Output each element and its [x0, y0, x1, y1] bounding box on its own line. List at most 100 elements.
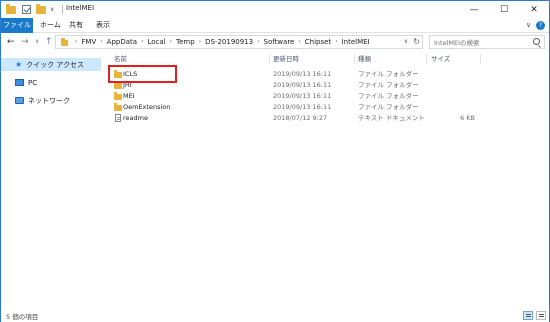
breadcrumb-chipset[interactable]: Chipset — [305, 36, 331, 48]
nav-item-label: PC — [28, 78, 38, 87]
file-name: MEI — [123, 92, 135, 100]
breadcrumb-fmv[interactable]: FMV — [81, 36, 96, 48]
column-divider[interactable] — [269, 54, 270, 64]
breadcrumb-separator: › — [298, 38, 301, 45]
quick-access-toolbar — [6, 3, 16, 15]
status-bar: 5 個の項目 — [1, 309, 549, 322]
minimize-button[interactable]: — — [459, 1, 489, 18]
file-type: ファイル フォルダー — [358, 103, 419, 111]
navigation-pane: ★ クイック アクセス PC ネットワーク — [1, 51, 101, 309]
column-header-name[interactable]: 名前 — [114, 54, 127, 64]
star-icon: ★ — [15, 59, 23, 69]
checkbox-icon — [22, 5, 31, 14]
folder-icon — [114, 103, 122, 111]
tab-home[interactable]: ホーム — [35, 18, 66, 33]
folder-icon — [114, 92, 122, 100]
text-file-icon — [115, 114, 121, 122]
minimize-icon: — — [469, 4, 479, 15]
file-list: 名前 更新日時 種類 サイズ ICLS 2019/09/13 16:11 ファイ… — [105, 51, 549, 309]
forward-button[interactable]: → — [21, 36, 29, 48]
file-date: 2019/09/13 16:11 — [273, 103, 332, 111]
breadcrumb-separator: › — [75, 38, 78, 45]
window-title: IntelMEI — [66, 4, 95, 12]
back-button[interactable]: ← — [7, 36, 15, 48]
new-folder-button[interactable] — [36, 3, 46, 15]
breadcrumb-separator: › — [257, 38, 260, 45]
file-type: ファイル フォルダー — [358, 70, 419, 78]
customize-qa-button[interactable]: ∨ — [50, 4, 54, 15]
close-button[interactable]: ✕ — [519, 1, 549, 18]
tab-file[interactable]: ファイル — [1, 18, 33, 33]
folder-icon — [6, 3, 16, 14]
network-icon — [15, 97, 24, 104]
folder-icon — [114, 81, 122, 89]
nav-item-pc[interactable]: PC — [1, 76, 101, 89]
breadcrumb-temp[interactable]: Temp — [176, 36, 195, 48]
file-name: OemExtension — [123, 103, 171, 111]
folder-icon — [61, 38, 68, 46]
address-bar[interactable]: › FMV › AppData › Local › Temp › DS-2019… — [55, 35, 423, 49]
new-folder-icon — [36, 3, 46, 14]
details-view-button[interactable] — [523, 311, 533, 320]
file-type: ファイル フォルダー — [358, 92, 419, 100]
refresh-button[interactable]: ↻ — [413, 36, 420, 48]
list-item[interactable]: MEI 2019/09/13 16:11 ファイル フォルダー — [105, 91, 549, 102]
breadcrumb-separator: › — [169, 38, 173, 45]
up-button[interactable]: ↑ — [45, 36, 53, 48]
computer-icon — [15, 79, 24, 86]
recent-locations-button[interactable]: ∨ — [35, 36, 39, 48]
file-date: 2018/07/12 9:27 — [273, 114, 328, 122]
large-icons-view-button[interactable] — [536, 311, 546, 320]
tab-view[interactable]: 表示 — [91, 18, 115, 33]
ribbon: ファイル ホーム 共有 表示 ∨ ? — [1, 18, 549, 33]
ribbon-expand-button[interactable]: ∨ — [526, 21, 531, 29]
breadcrumb-ds[interactable]: DS-20190913 — [205, 36, 253, 48]
explorer-window: ∨ IntelMEI — ☐ ✕ ファイル ホーム 共有 表示 ∨ ? ← → … — [0, 0, 550, 322]
file-size — [431, 80, 475, 91]
breadcrumb-separator: › — [198, 38, 202, 45]
file-name: readme — [123, 114, 148, 122]
list-item[interactable]: readme 2018/07/12 9:27 テキスト ドキュメント 6 KB — [105, 113, 549, 124]
tab-share[interactable]: 共有 — [64, 18, 88, 33]
file-size: 6 KB — [460, 114, 475, 122]
column-divider[interactable] — [426, 54, 427, 64]
nav-item-network[interactable]: ネットワーク — [1, 94, 101, 107]
title-divider — [62, 5, 63, 14]
breadcrumb-separator: › — [141, 38, 144, 45]
column-header-date[interactable]: 更新日時 — [273, 54, 299, 64]
breadcrumb-software[interactable]: Software — [264, 36, 295, 48]
chevron-down-icon: ∨ — [50, 6, 55, 13]
search-icon — [533, 38, 540, 45]
maximize-button[interactable]: ☐ — [489, 1, 519, 18]
column-header-type[interactable]: 種類 — [358, 54, 371, 64]
breadcrumb-local[interactable]: Local — [147, 36, 165, 48]
file-type: テキスト ドキュメント — [358, 114, 425, 122]
file-date: 2019/09/13 16:11 — [273, 70, 332, 78]
item-count: 5 個の項目 — [6, 313, 39, 321]
search-box[interactable] — [429, 35, 545, 49]
title-bar: ∨ IntelMEI — ☐ ✕ — [1, 1, 549, 18]
breadcrumb: › FMV › AppData › Local › Temp › DS-2019… — [71, 36, 370, 48]
column-divider[interactable] — [354, 54, 355, 64]
properties-button[interactable] — [22, 4, 31, 15]
search-input[interactable] — [434, 37, 529, 48]
file-date: 2019/09/13 16:11 — [273, 81, 332, 89]
file-date: 2019/09/13 16:11 — [273, 92, 332, 100]
close-icon: ✕ — [530, 4, 538, 15]
file-type: ファイル フォルダー — [358, 81, 419, 89]
nav-item-quick-access[interactable]: ★ クイック アクセス — [1, 58, 101, 71]
help-icon[interactable]: ? — [536, 21, 545, 30]
list-item[interactable]: OemExtension 2019/09/13 16:11 ファイル フォルダー — [105, 102, 549, 113]
column-divider[interactable] — [480, 54, 481, 64]
breadcrumb-separator: › — [335, 38, 338, 45]
column-header-size[interactable]: サイズ — [431, 54, 450, 64]
breadcrumb-intelmei[interactable]: IntelMEI — [342, 36, 370, 48]
breadcrumb-separator: › — [100, 38, 103, 45]
nav-item-label: クイック アクセス — [26, 60, 85, 69]
file-size — [431, 91, 475, 102]
maximize-icon: ☐ — [499, 4, 509, 15]
address-dropdown-button[interactable]: ∨ — [404, 36, 408, 48]
file-size — [431, 102, 475, 113]
file-size — [431, 69, 475, 80]
breadcrumb-appdata[interactable]: AppData — [107, 36, 137, 48]
